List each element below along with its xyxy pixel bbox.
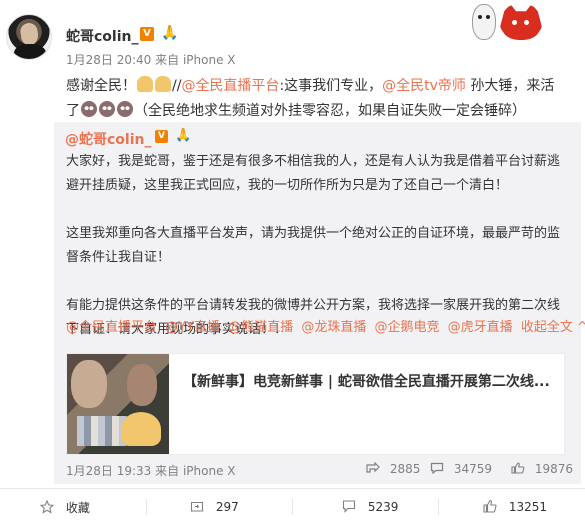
favorite-label: 收藏 — [65, 501, 90, 515]
like-count: 19876 — [534, 462, 574, 476]
post-text-segment: :这事我们专业， — [279, 78, 383, 94]
post-meta: 1月28日 20:40 来自 iPhone X — [66, 51, 236, 68]
repost-count: 2885 — [389, 462, 421, 476]
repost-icon — [190, 501, 204, 512]
mention-link[interactable]: @全民直播平台 — [181, 78, 279, 94]
comment-button[interactable]: 5239 — [342, 499, 398, 514]
mention-link[interactable]: @企鹅电竞 — [375, 320, 440, 335]
mention-link[interactable]: @龙珠直播 — [301, 320, 366, 335]
action-divider — [292, 499, 293, 515]
article-thumbnail — [67, 354, 169, 454]
avatar-body — [14, 44, 46, 59]
thumbnail-person — [127, 364, 157, 406]
repost-stat-comments[interactable]: 34759 — [430, 462, 492, 476]
repost-author[interactable]: @蛇哥colin_ — [65, 129, 151, 149]
repost-action-count: 297 — [215, 500, 239, 514]
repost-button[interactable]: 297 — [190, 499, 239, 514]
comment-icon — [342, 500, 356, 513]
sad-face-icon — [117, 101, 133, 117]
comment-action-count: 5239 — [367, 500, 399, 514]
mention-link[interactable]: @全民tv帝师 — [382, 78, 466, 94]
decoration-character-icon — [472, 4, 496, 40]
repost-source: 来自 iPhone X — [155, 464, 236, 478]
repost-member-badge-icon: 🙏 — [175, 128, 192, 143]
like-button[interactable]: 13251 — [483, 499, 547, 514]
decoration-devil-icon — [500, 4, 542, 40]
post-text-segment: 感谢全民！ — [66, 78, 136, 94]
repost-verified-badge-icon: V — [155, 130, 168, 143]
action-bar: 收藏 297 5239 13251 — [0, 488, 585, 525]
author-name[interactable]: 蛇哥colin_ — [66, 26, 138, 46]
repost-icon — [366, 462, 380, 473]
comment-icon — [430, 462, 444, 474]
post-text-segment: （全民绝地求生频道对外挂零容忍，如果自证失败一定会锤碎） — [134, 103, 526, 119]
verified-badge-icon: V — [140, 27, 154, 41]
repost-stat-likes[interactable]: 19876 — [511, 462, 573, 476]
article-title[interactable]: 【新鲜事】电竞新鲜事 | 蛇哥欲借全民直播开展第二次线... — [183, 371, 555, 391]
like-action-count: 13251 — [508, 500, 548, 514]
sad-face-icon — [99, 101, 115, 117]
post-source: 来自 iPhone X — [155, 53, 236, 67]
repost-time[interactable]: 1月28日 19:33 — [66, 464, 151, 478]
star-icon — [40, 500, 54, 514]
favorite-button[interactable]: 收藏 — [40, 499, 90, 516]
pray-icon — [155, 76, 171, 92]
mention-link[interactable]: @熊猫直播 — [228, 320, 293, 335]
repost-stat-reposts[interactable]: 2885 — [366, 462, 420, 476]
mention-link[interactable]: @全民直播平台 — [66, 320, 157, 335]
sad-face-icon — [81, 101, 97, 117]
action-divider — [146, 499, 147, 515]
member-badge-icon: 🙏 — [161, 25, 179, 41]
pray-icon — [121, 412, 161, 446]
post-time[interactable]: 1月28日 20:40 — [66, 53, 151, 67]
article-card[interactable]: 【新鲜事】电竞新鲜事 | 蛇哥欲借全民直播开展第二次线... — [66, 353, 565, 455]
post-text: 感谢全民！//@全民直播平台:这事我们专业，@全民tv帝师 孙大锤，来活了 （全民… — [66, 74, 566, 124]
repost-meta: 1月28日 19:33 来自 iPhone X — [66, 462, 236, 479]
author-avatar[interactable] — [6, 14, 52, 60]
mention-link[interactable]: @虎牙直播 — [448, 320, 513, 335]
pray-icon — [137, 76, 153, 92]
like-icon — [483, 499, 497, 513]
repost-paragraph: 大家好，我是蛇哥，鉴于还是有很多不相信我的人，还是有人认为我是借着平台讨薪逃避开… — [66, 154, 561, 193]
comment-count: 34759 — [453, 462, 493, 476]
repost-paragraph: 这里我郑重向各大直播平台发声，请为我提供一个绝对公正的自证环境，最最严苛的监督条… — [66, 226, 561, 265]
mention-link[interactable]: @YY直播 — [165, 320, 220, 335]
action-divider — [438, 499, 439, 515]
collapse-text-link[interactable]: 收起全文 ^ — [521, 320, 585, 335]
like-icon — [511, 462, 525, 474]
avatar-face — [21, 24, 38, 45]
thumbnail-person — [71, 360, 107, 408]
repost-tags: @全民直播平台 @YY直播 @熊猫直播 @龙珠直播 @企鹅电竞 @虎牙直播 收起… — [66, 319, 585, 337]
